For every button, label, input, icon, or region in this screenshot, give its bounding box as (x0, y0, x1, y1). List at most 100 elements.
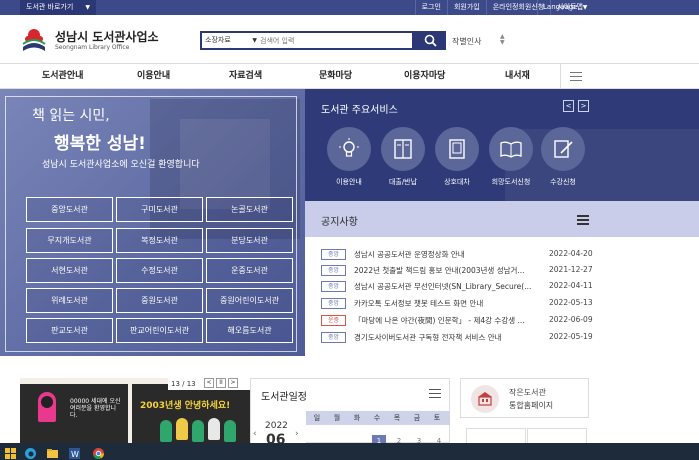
branch-button[interactable]: 중원어린이도서관 (206, 288, 293, 313)
next-icon[interactable]: > (228, 378, 238, 388)
notice-title-link[interactable]: 「마당에 나온 야간(夜間) 인문학」 - 제4강 수강생 ... (354, 315, 544, 326)
notice-row[interactable]: 중앙 성남시 공공도서관 운영정상화 안내 2022-04-20 (321, 247, 593, 261)
all-menu-button[interactable] (560, 64, 590, 88)
weekday-label: 월 (333, 414, 341, 422)
weekday-label: 화 (353, 414, 361, 422)
branch-button[interactable]: 판교어린이도서관 (116, 318, 203, 343)
site-title[interactable]: 성남시 도서관사업소 (55, 28, 159, 45)
service-label: 이용안내 (336, 178, 362, 186)
schedule-more-menu-icon[interactable] (429, 389, 441, 399)
city-logo-icon[interactable] (20, 25, 48, 53)
notice-row[interactable]: 중앙 경기도사이버도서관 구독형 전자책 서비스 안내 2022-05-19 (321, 330, 593, 344)
notice-title-link[interactable]: 경기도사이버도서관 구독형 전자책 서비스 안내 (354, 332, 544, 343)
branch-button[interactable]: 운중도서관 (206, 258, 293, 283)
banner-text-right: 2003년생 안녕하세요! (140, 401, 231, 411)
branch-button[interactable]: 논골도서관 (206, 197, 293, 222)
notice-row[interactable]: 중앙 성남시 공공도서관 무선인터넷(SN_Library_Secure(... 2… (321, 279, 593, 293)
header: 성남시 도서관사업소 Seongnam Library Office 소장자료 … (0, 15, 699, 63)
notice-branch-badge: 중앙 (321, 249, 346, 260)
branch-button[interactable]: 복정도서관 (116, 228, 203, 253)
notice-date: 2021-12-27 (549, 265, 593, 274)
branch-button[interactable]: 무지개도서관 (26, 228, 113, 253)
branch-button[interactable]: 서현도서관 (26, 258, 113, 283)
notice-branch-badge: 중앙 (321, 265, 346, 276)
branch-button[interactable]: 판교도서관 (26, 318, 113, 343)
nav-catalog-search[interactable]: 자료검색 (229, 64, 262, 88)
service-interlibrary-loan[interactable]: 상호대차 (429, 127, 485, 187)
search-input[interactable] (260, 34, 410, 47)
branch-button[interactable]: 중앙도서관 (26, 197, 113, 222)
notice-date: 2022-06-09 (549, 315, 593, 324)
hero-welcome-text: 성남시 도서관사업소에 오신걸 환영합니다 (42, 160, 200, 170)
language-select[interactable]: Language ▼ (537, 0, 589, 15)
nav-culture[interactable]: 문화마당 (319, 64, 352, 88)
notice-row[interactable]: 중앙 카카오톡 도서정보 챗봇 테스트 화면 안내 2022-05-13 (321, 296, 593, 310)
signup-link[interactable]: 회원가입 (446, 0, 486, 15)
nav-my-library[interactable]: 내서재 (505, 64, 530, 88)
pencil-document-icon (541, 127, 585, 171)
word-app-icon[interactable]: W (68, 445, 81, 459)
notice-branch-badge: 중앙 (321, 332, 346, 343)
branch-button[interactable]: 해오름도서관 (206, 318, 293, 343)
service-label: 수강신청 (550, 178, 576, 186)
top-utility-bar: 도서관 바로가기 ▼ 로그인 회원가입 온라인정회원신청 사이트맵 Langua… (0, 0, 699, 15)
service-label: 대출/반납 (388, 178, 418, 186)
windows-start-icon[interactable] (4, 445, 17, 459)
service-usage-guide[interactable]: 이용안내 (321, 127, 377, 187)
branch-button[interactable]: 위례도서관 (26, 288, 113, 313)
open-book-icon (489, 127, 533, 171)
nav-user-forum[interactable]: 이용자마당 (404, 64, 445, 88)
next-month-icon[interactable]: › (295, 429, 299, 439)
service-loan-return[interactable]: 대출/반납 (375, 127, 431, 187)
prev-month-icon[interactable]: ‹ (253, 429, 257, 439)
notice-title-link[interactable]: 카카오톡 도서정보 챗봇 테스트 화면 안내 (354, 298, 544, 309)
library-shortcut-label: 도서관 바로가기 (26, 3, 74, 11)
pause-icon[interactable]: II (216, 378, 226, 388)
notice-title-link[interactable]: 성남시 공공도서관 무선인터넷(SN_Library_Secure(... (354, 281, 544, 292)
file-explorer-icon[interactable] (46, 445, 59, 458)
nav-library-info[interactable]: 도서관안내 (42, 64, 83, 88)
search-button[interactable] (414, 31, 446, 50)
scroll-updown-icon[interactable]: ▲ ▼ (500, 34, 505, 46)
search-category-select[interactable]: 소장자료 ▼ (205, 33, 257, 48)
notice-more-menu-icon[interactable] (577, 215, 589, 225)
weekday-label: 수 (373, 414, 381, 422)
edge-browser-icon[interactable] (24, 445, 37, 459)
nav-usage-guide[interactable]: 이용안내 (137, 64, 170, 88)
quick-link-box[interactable] (466, 428, 526, 443)
notice-row[interactable]: 운중 「마당에 나온 야간(夜間) 인문학」 - 제4강 수강생 ... 2022-… (321, 313, 593, 327)
service-course-registration[interactable]: 수강신청 (535, 127, 591, 187)
books-exchange-icon (435, 127, 479, 171)
site-subtitle: Seongnam Library Office (55, 44, 130, 51)
library-shortcut-select[interactable]: 도서관 바로가기 ▼ (20, 0, 96, 15)
notice-title-link[interactable]: 2022년 첫출발 책드림 홍보 안내(2003년생 성남거... (354, 265, 544, 276)
chrome-browser-icon[interactable] (92, 445, 105, 459)
banner-person-icon (160, 420, 172, 442)
lightbulb-icon (327, 127, 371, 171)
notice-branch-badge: 운중 (321, 315, 346, 326)
prev-arrow-icon[interactable]: < (563, 100, 574, 112)
branch-button[interactable]: 구미도서관 (116, 197, 203, 222)
notice-title-link[interactable]: 성남시 공공도서관 운영정상화 안내 (354, 249, 544, 260)
prev-icon[interactable]: < (204, 378, 214, 388)
banner-pager: 13 / 13 < II > (168, 378, 250, 390)
work-label[interactable]: 작별인사 (452, 36, 481, 47)
notice-branch-badge: 중앙 (321, 281, 346, 292)
notice-title: 공지사항 (321, 217, 358, 228)
quick-link-box[interactable] (527, 428, 587, 443)
branch-button[interactable]: 수정도서관 (116, 258, 203, 283)
language-label: Language (543, 3, 578, 11)
service-wish-book[interactable]: 희망도서신청 (483, 127, 539, 187)
small-library-label-1: 작은도서관 (509, 388, 546, 397)
search-icon (424, 34, 437, 47)
login-link[interactable]: 로그인 (414, 0, 447, 15)
notice-row[interactable]: 중앙 2022년 첫출발 책드림 홍보 안내(2003년생 성남거... 2021-… (321, 263, 593, 277)
chevron-down-icon: ▼ (582, 4, 588, 11)
branch-button[interactable]: 분당도서관 (206, 228, 293, 253)
schedule-title: 도서관일정 (261, 392, 307, 403)
branch-button[interactable]: 중원도서관 (116, 288, 203, 313)
small-library-link[interactable]: 작은도서관 통합홈페이지 (460, 378, 589, 418)
next-arrow-icon[interactable]: > (578, 100, 589, 112)
main-navigation: 도서관안내 이용안내 자료검색 문화마당 이용자마당 내서재 (0, 63, 699, 89)
notice-panel: 공지사항 중앙 성남시 공공도서관 운영정상화 안내 2022-04-20 중앙 202… (305, 201, 699, 356)
